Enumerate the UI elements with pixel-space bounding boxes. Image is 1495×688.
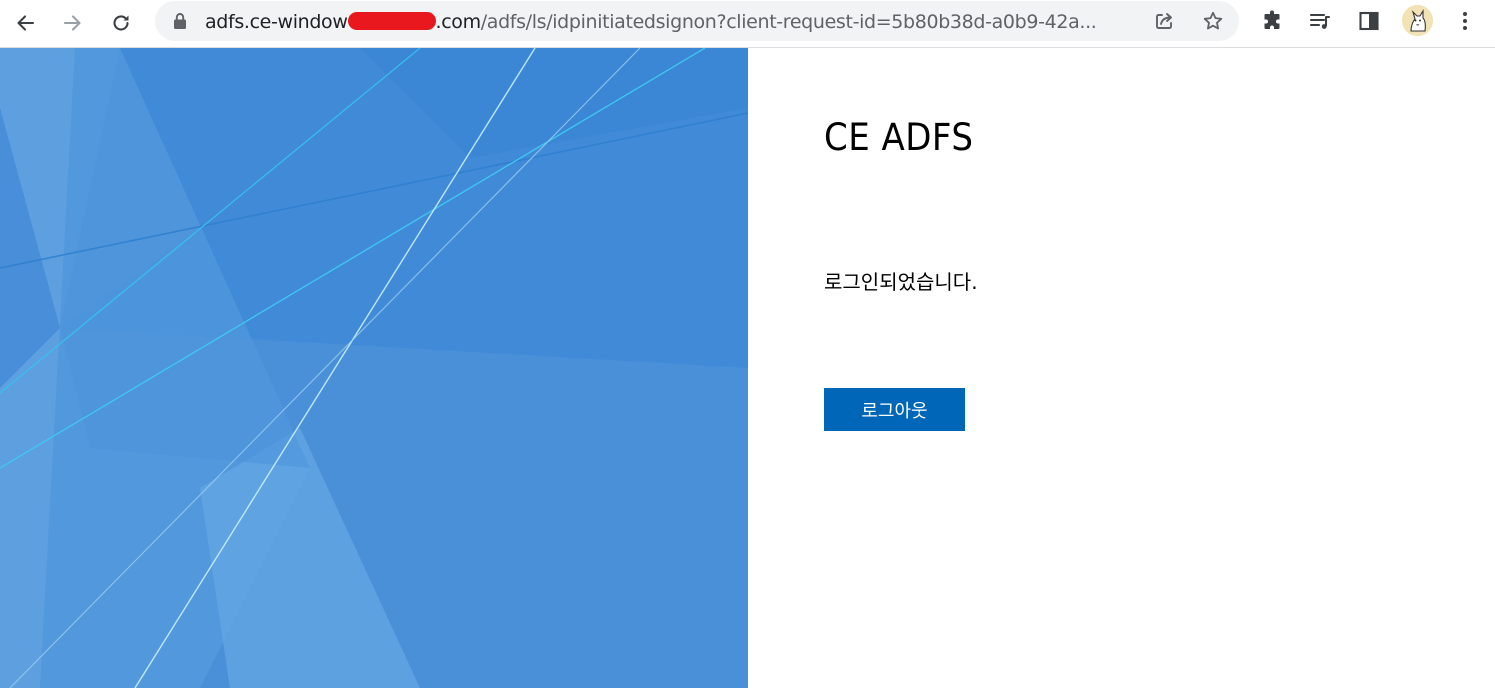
media-queue-button[interactable] <box>1307 8 1333 34</box>
url-host-end: .com <box>435 11 482 33</box>
puzzle-icon <box>1264 10 1280 29</box>
redaction-mark <box>347 12 436 30</box>
extensions-button[interactable] <box>1259 8 1285 34</box>
back-button[interactable] <box>8 6 42 40</box>
company-name: CE ADFS <box>824 116 974 159</box>
lock-icon[interactable] <box>172 12 188 30</box>
profile-avatar[interactable] <box>1402 5 1433 36</box>
background-illustration <box>0 48 748 688</box>
side-panel-button[interactable] <box>1356 8 1382 34</box>
arrow-left-icon <box>17 15 35 31</box>
adfs-page: CE ADFS 로그인되었습니다. 로그아웃 <box>0 48 1495 688</box>
profile-icon <box>1402 5 1433 36</box>
abstract-lines-illustration <box>0 48 748 688</box>
signout-button[interactable]: 로그아웃 <box>824 388 965 431</box>
side-panel-icon <box>1359 11 1379 31</box>
signin-panel: CE ADFS 로그인되었습니다. 로그아웃 <box>748 48 1495 688</box>
share-icon[interactable] <box>1153 10 1175 32</box>
browser-toolbar: adfs.ce-window .com/adfs/ls/idpinitiateds… <box>0 0 1495 48</box>
reload-icon <box>113 15 129 31</box>
browser-menu-button[interactable] <box>1452 8 1478 34</box>
forward-button[interactable] <box>56 6 90 40</box>
signed-in-message: 로그인되었습니다. <box>824 270 978 294</box>
url-text[interactable]: adfs.ce-window .com/adfs/ls/idpinitiateds… <box>205 11 1135 33</box>
url-host-start: adfs.ce-window <box>205 11 348 33</box>
url-path: /adfs/ls/idpinitiatedsignon?client-reque… <box>480 11 1097 33</box>
reload-button[interactable] <box>104 6 138 40</box>
address-bar[interactable]: adfs.ce-window .com/adfs/ls/idpinitiateds… <box>155 1 1239 41</box>
star-icon[interactable] <box>1202 10 1224 32</box>
arrow-right-icon <box>63 15 81 31</box>
kebab-menu-icon <box>1463 12 1467 30</box>
media-queue-icon <box>1309 13 1331 29</box>
